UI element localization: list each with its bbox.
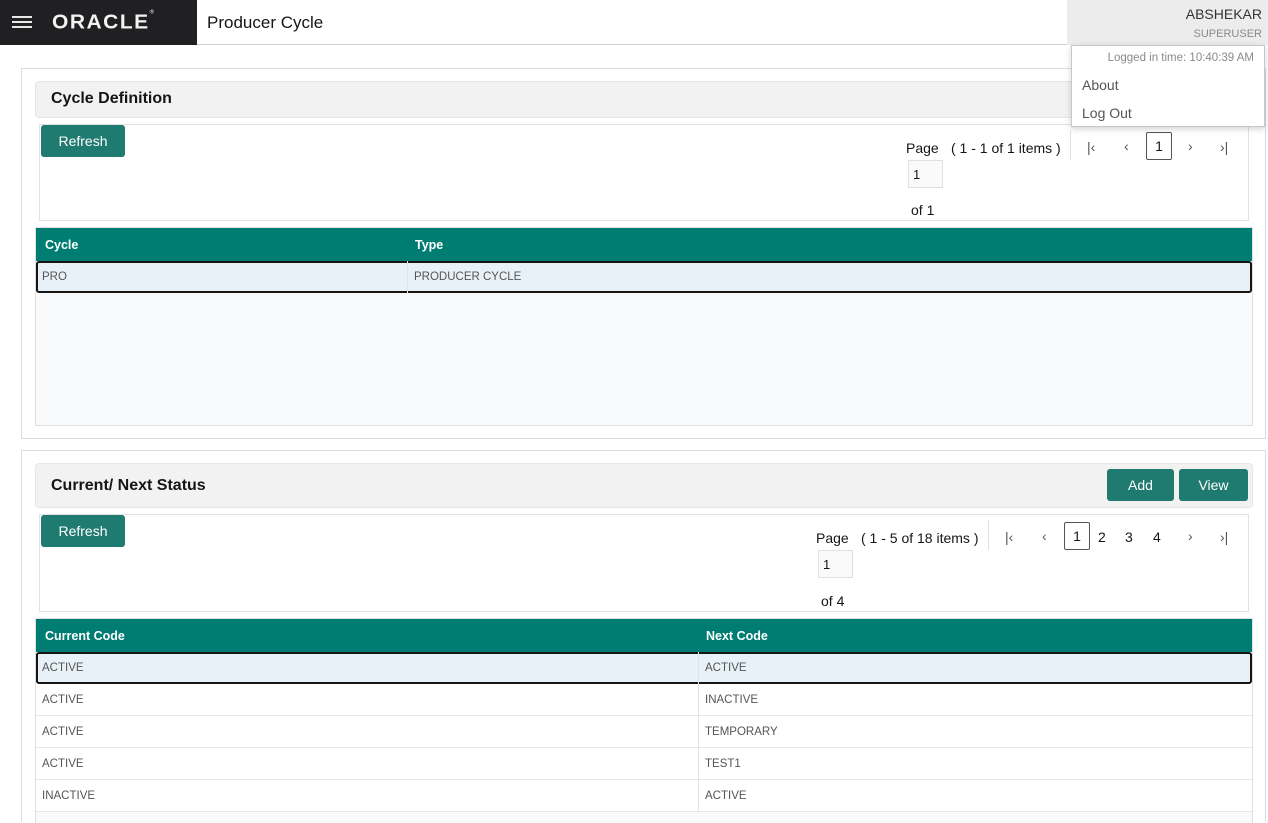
current-next-status-panel: Current/ Next Status Add View Refresh Pa… xyxy=(21,450,1266,823)
pager-toolbar: Refresh Page ( 1 - 5 of 18 items ) 1 of … xyxy=(39,514,1249,612)
table-row[interactable]: ACTIVE TEMPORARY xyxy=(36,716,1252,748)
items-info: ( 1 - 1 of 1 items ) xyxy=(951,140,1061,156)
page-number-1[interactable]: 1 xyxy=(1146,132,1172,160)
panel-header: Current/ Next Status Add View xyxy=(35,463,1253,508)
page-label: Page xyxy=(816,530,849,546)
next-page-icon[interactable]: › xyxy=(1188,138,1193,154)
column-header-type[interactable]: Type xyxy=(415,238,443,252)
page-number-4[interactable]: 4 xyxy=(1153,529,1161,545)
cell-current-code: ACTIVE xyxy=(42,758,84,770)
logo-mark: ® xyxy=(149,9,155,16)
brand-bar: ORACLE® xyxy=(0,0,197,45)
table-row[interactable]: INACTIVE ACTIVE xyxy=(36,780,1252,812)
add-button[interactable]: Add xyxy=(1107,469,1174,501)
last-page-icon[interactable]: ›| xyxy=(1220,139,1228,155)
refresh-button[interactable]: Refresh xyxy=(41,125,125,157)
page-label: Page xyxy=(906,140,939,156)
page-of-text: of 4 xyxy=(821,593,845,609)
first-page-icon[interactable]: |‹ xyxy=(1005,529,1013,545)
user-profile-button[interactable]: ABSHEKAR SUPERUSER xyxy=(1067,0,1268,45)
table-header: Current Code Next Code xyxy=(36,619,1252,652)
cycle-table: Cycle Type PRO PRODUCER CYCLE xyxy=(35,227,1253,426)
menu-item-about[interactable]: About xyxy=(1082,77,1119,93)
panel-title: Cycle Definition xyxy=(51,90,172,107)
prev-page-icon[interactable]: ‹ xyxy=(1042,528,1047,544)
pager-divider xyxy=(988,520,989,550)
page-number-2[interactable]: 2 xyxy=(1098,529,1106,545)
cell-current-code: ACTIVE xyxy=(42,662,84,674)
page-input[interactable]: 1 xyxy=(908,160,943,188)
user-dropdown-menu: Logged in time: 10:40:39 AM About Log Ou… xyxy=(1071,45,1265,127)
logged-in-time: Logged in time: 10:40:39 AM xyxy=(1107,52,1254,64)
column-header-next-code[interactable]: Next Code xyxy=(706,629,768,643)
menu-item-logout[interactable]: Log Out xyxy=(1082,105,1132,121)
table-header: Cycle Type xyxy=(36,228,1252,261)
hamburger-icon[interactable] xyxy=(12,13,32,31)
cell-next-code: TEMPORARY xyxy=(698,716,778,748)
table-row[interactable]: ACTIVE ACTIVE xyxy=(36,652,1252,684)
pager-divider xyxy=(1070,130,1071,160)
page-input[interactable]: 1 xyxy=(818,550,853,578)
cell-current-code: ACTIVE xyxy=(42,694,84,706)
pager-toolbar: Refresh Page ( 1 - 1 of 1 items ) 1 of 1… xyxy=(39,124,1249,221)
cell-next-code: ACTIVE xyxy=(698,652,747,684)
page-of-text: of 1 xyxy=(911,202,935,218)
cell-next-code: ACTIVE xyxy=(698,780,747,812)
cell-cycle: PRO xyxy=(42,271,67,283)
refresh-button[interactable]: Refresh xyxy=(41,515,125,547)
next-page-icon[interactable]: › xyxy=(1188,528,1193,544)
page-number-1[interactable]: 1 xyxy=(1064,522,1090,550)
app-header: ORACLE® Producer Cycle ABSHEKAR SUPERUSE… xyxy=(0,0,1268,45)
last-page-icon[interactable]: ›| xyxy=(1220,529,1228,545)
user-role: SUPERUSER xyxy=(1193,28,1262,40)
first-page-icon[interactable]: |‹ xyxy=(1087,139,1095,155)
prev-page-icon[interactable]: ‹ xyxy=(1124,138,1129,154)
cell-next-code: INACTIVE xyxy=(698,684,758,716)
panel-title: Current/ Next Status xyxy=(51,477,206,494)
cell-next-code: TEST1 xyxy=(698,748,741,780)
page-title: Producer Cycle xyxy=(207,13,324,32)
items-info: ( 1 - 5 of 18 items ) xyxy=(861,530,979,546)
oracle-logo: ORACLE® xyxy=(52,9,155,35)
cell-type: PRODUCER CYCLE xyxy=(407,261,521,293)
column-header-current-code[interactable]: Current Code xyxy=(45,629,125,643)
cell-current-code: ACTIVE xyxy=(42,726,84,738)
cell-current-code: INACTIVE xyxy=(42,790,96,802)
view-button[interactable]: View xyxy=(1179,469,1248,501)
status-table: Current Code Next Code ACTIVE ACTIVE ACT… xyxy=(35,618,1253,823)
user-name: ABSHEKAR xyxy=(1185,6,1262,22)
logo-text: ORACLE xyxy=(52,11,150,34)
table-row[interactable]: PRO PRODUCER CYCLE xyxy=(36,261,1252,293)
column-header-cycle[interactable]: Cycle xyxy=(45,238,78,252)
page-number-3[interactable]: 3 xyxy=(1125,529,1133,545)
table-row[interactable]: ACTIVE INACTIVE xyxy=(36,684,1252,716)
table-row[interactable]: ACTIVE TEST1 xyxy=(36,748,1252,780)
